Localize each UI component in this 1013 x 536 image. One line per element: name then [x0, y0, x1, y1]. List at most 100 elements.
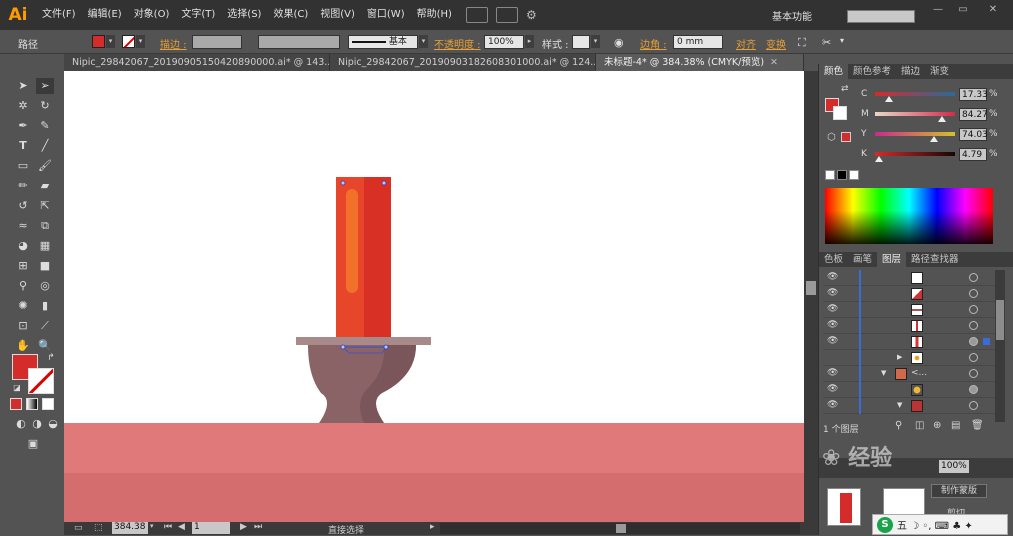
- recolor-icon[interactable]: ◉: [614, 36, 624, 49]
- minimize-button[interactable]: —: [925, 4, 951, 18]
- target-icon[interactable]: [969, 273, 978, 282]
- cmyk-slider-y[interactable]: Y 74.03 %: [819, 126, 1013, 144]
- scrollbar-thumb[interactable]: [806, 281, 816, 295]
- tab-gradient[interactable]: 渐变: [925, 64, 954, 79]
- stroke-label[interactable]: 描边 :: [160, 36, 187, 51]
- ime-toolbar-items[interactable]: 五 ☽ ◦, ⌨ ♣ ✦: [897, 517, 973, 532]
- slider-track[interactable]: [875, 152, 955, 156]
- layer-row[interactable]: 👁: [823, 270, 995, 286]
- transparency-opacity-field[interactable]: 100%: [939, 460, 969, 473]
- slider-thumb[interactable]: [938, 116, 947, 122]
- menu-select[interactable]: 选择(S): [221, 0, 267, 30]
- canvas-vertical-scrollbar[interactable]: [804, 71, 818, 522]
- first-artboard-icon[interactable]: ⏮: [164, 522, 172, 532]
- opacity-dropdown[interactable]: ▸: [525, 35, 534, 48]
- corner-label[interactable]: 边角 :: [640, 36, 667, 51]
- eye-icon[interactable]: 👁: [827, 320, 838, 330]
- rotate-tool-icon[interactable]: ↺: [14, 198, 32, 214]
- ime-logo-icon[interactable]: S: [877, 516, 893, 533]
- collapse-triangle-icon[interactable]: ▼: [897, 401, 902, 409]
- slider-thumb[interactable]: [884, 96, 893, 102]
- perspective-grid-tool-icon[interactable]: ▦: [36, 238, 54, 254]
- white-swatch[interactable]: [849, 170, 859, 180]
- draw-inside-icon[interactable]: ◒: [44, 416, 62, 432]
- transform-link[interactable]: 变换: [766, 36, 786, 51]
- menu-file[interactable]: 文件(F): [36, 0, 82, 30]
- artboard-number-field[interactable]: 1: [192, 522, 230, 534]
- target-icon[interactable]: [969, 337, 978, 346]
- layer-row[interactable]: 👁: [823, 382, 995, 398]
- anchor-point[interactable]: [381, 180, 387, 186]
- eyedropper-tool-icon[interactable]: ⚲: [14, 278, 32, 294]
- menu-object[interactable]: 对象(O): [128, 0, 176, 30]
- status-menu-icon[interactable]: ▸: [430, 522, 435, 532]
- color-mode-icon[interactable]: [10, 398, 22, 410]
- variable-width-field[interactable]: [258, 35, 340, 49]
- fill-swatch[interactable]: [92, 35, 105, 48]
- cmyk-slider-k[interactable]: K 4.79 %: [819, 146, 1013, 164]
- layer-row[interactable]: 👁 ▼: [823, 398, 995, 414]
- tab-color[interactable]: 颜色: [819, 64, 849, 79]
- eye-icon[interactable]: 👁: [827, 288, 838, 298]
- default-colors-icon[interactable]: ◪: [8, 380, 26, 396]
- artboard-tool-icon[interactable]: ⊡: [14, 318, 32, 334]
- selection-indicator[interactable]: [983, 338, 990, 345]
- slice-tool-icon[interactable]: ⟋: [36, 318, 54, 334]
- target-icon[interactable]: [969, 401, 978, 410]
- artboard-canvas[interactable]: [64, 71, 804, 522]
- target-icon[interactable]: [969, 321, 978, 330]
- locate-object-icon[interactable]: ⚲: [895, 420, 902, 431]
- menu-help[interactable]: 帮助(H): [411, 0, 458, 30]
- line-tool-icon[interactable]: ╱: [36, 138, 54, 154]
- expand-triangle-icon[interactable]: ▶: [897, 353, 902, 361]
- symbol-sprayer-tool-icon[interactable]: ✺: [14, 298, 32, 314]
- tab-color-guide[interactable]: 颜色参考: [848, 64, 896, 79]
- layers-scrollbar[interactable]: [995, 270, 1005, 422]
- stroke-dropdown[interactable]: ▾: [136, 35, 145, 48]
- hand-tool-icon[interactable]: ✋: [14, 338, 32, 354]
- anchor-point[interactable]: [340, 180, 346, 186]
- gradient-mode-icon[interactable]: [26, 398, 38, 410]
- arrange-documents-icon[interactable]: [495, 7, 518, 23]
- cmyk-slider-c[interactable]: C 17.33 %: [819, 86, 1013, 104]
- workspace-switcher[interactable]: 基本功能: [772, 8, 812, 23]
- previous-artboard-icon[interactable]: ◀: [178, 522, 185, 532]
- menu-type[interactable]: 文字(T): [175, 0, 221, 30]
- layer-row[interactable]: ▶: [823, 350, 995, 366]
- none-swatch[interactable]: [825, 170, 835, 180]
- target-icon[interactable]: [969, 289, 978, 298]
- shape-builder-tool-icon[interactable]: ◕: [14, 238, 32, 254]
- gradient-tool-icon[interactable]: ■: [36, 258, 54, 274]
- slider-track[interactable]: [875, 132, 955, 136]
- slider-thumb[interactable]: [930, 136, 939, 142]
- gpu-performance-icon[interactable]: ⚙: [526, 8, 537, 22]
- layer-row[interactable]: 👁: [823, 318, 995, 334]
- restore-button[interactable]: ▭: [950, 4, 976, 18]
- opacity-label[interactable]: 不透明度 :: [434, 36, 481, 51]
- channel-value-field[interactable]: 84.27: [959, 108, 988, 121]
- layer-row[interactable]: 👁: [823, 302, 995, 318]
- mesh-tool-icon[interactable]: ⊞: [14, 258, 32, 274]
- column-graph-tool-icon[interactable]: ▮: [36, 298, 54, 314]
- magic-wand-tool-icon[interactable]: ✲: [14, 98, 32, 114]
- layer-row[interactable]: 👁: [823, 286, 995, 302]
- cut-path-icon[interactable]: ✂: [822, 36, 831, 49]
- opacity-field[interactable]: 100%: [484, 35, 524, 49]
- channel-value-field[interactable]: 17.33: [959, 88, 988, 101]
- fill-dropdown[interactable]: ▾: [106, 35, 115, 48]
- color-spectrum[interactable]: [825, 188, 993, 244]
- none-mode-icon[interactable]: [42, 398, 54, 410]
- align-link[interactable]: 对齐: [736, 36, 756, 51]
- width-tool-icon[interactable]: ≈: [14, 218, 32, 234]
- rectangle-tool-icon[interactable]: ▭: [14, 158, 32, 174]
- blend-tool-icon[interactable]: ◎: [36, 278, 54, 294]
- type-tool-icon[interactable]: T: [14, 138, 32, 154]
- anchor-point[interactable]: [383, 344, 389, 350]
- tab-document-2[interactable]: Nipic_29842067_20190903182608301000.ai* …: [330, 54, 596, 71]
- tab-brushes[interactable]: 画笔: [848, 252, 877, 267]
- close-window-button[interactable]: ✕: [980, 4, 1006, 18]
- paintbrush-tool-icon[interactable]: 🖌: [36, 158, 54, 174]
- eye-icon[interactable]: 👁: [827, 336, 838, 346]
- style-dropdown[interactable]: ▾: [591, 35, 600, 48]
- menu-view[interactable]: 视图(V): [314, 0, 361, 30]
